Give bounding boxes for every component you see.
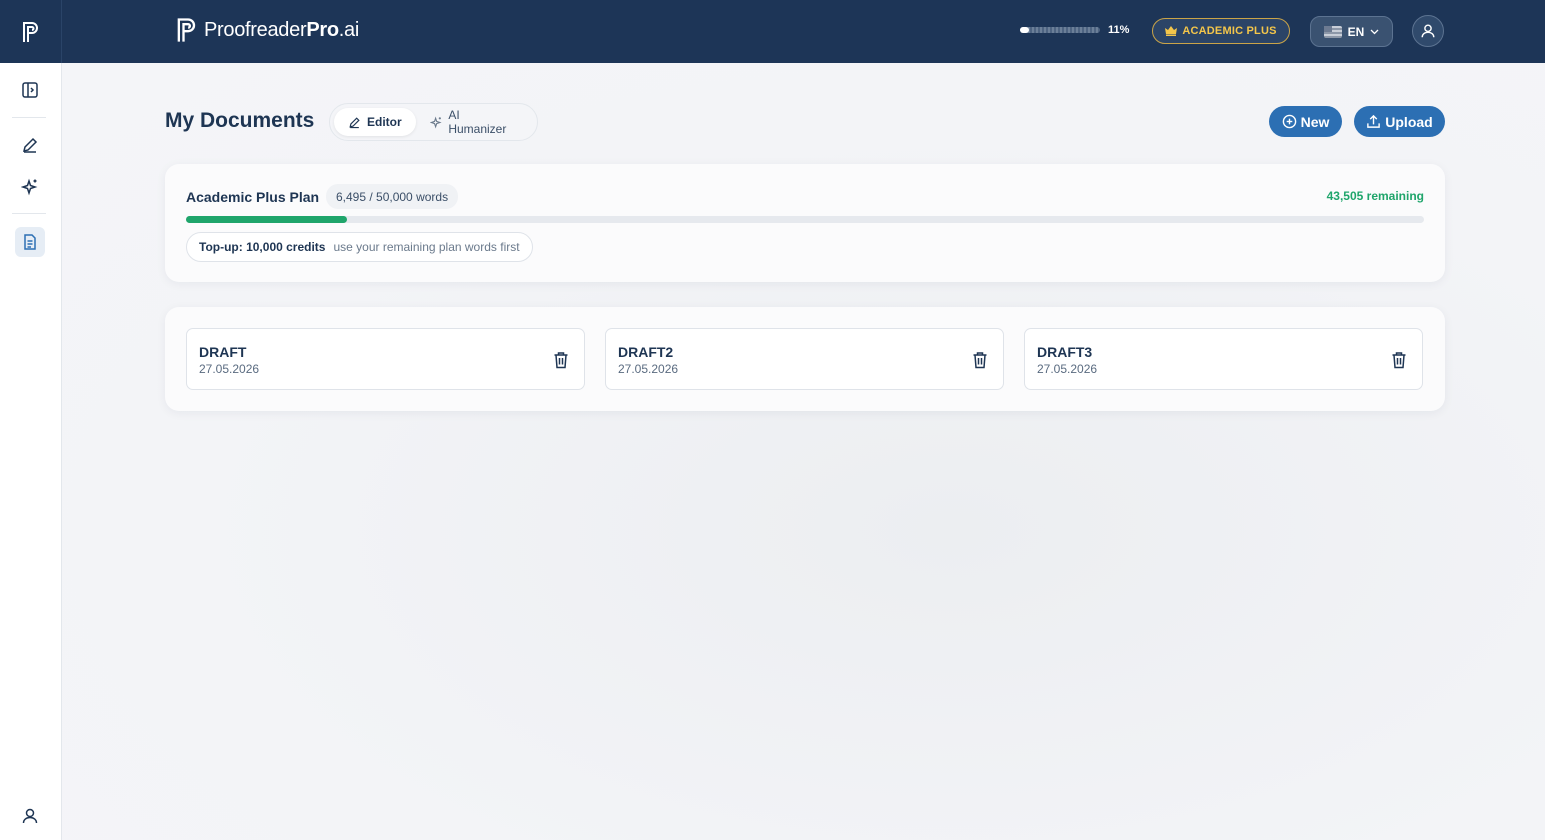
plan-badge-label: ACADEMIC PLUS bbox=[1182, 25, 1277, 37]
topup-label: Top-up: 10,000 credits bbox=[199, 240, 326, 254]
plan-badge[interactable]: ACADEMIC PLUS bbox=[1152, 18, 1290, 44]
delete-document-button[interactable] bbox=[969, 349, 991, 371]
documents-panel: DRAFT 27.05.2026 DRAFT2 27.05.2026 DRAFT… bbox=[165, 307, 1445, 411]
sidebar-divider bbox=[12, 117, 46, 118]
tab-editor[interactable]: Editor bbox=[334, 108, 416, 136]
sidebar-item-editor[interactable] bbox=[15, 130, 45, 160]
plus-circle-icon bbox=[1282, 114, 1296, 129]
trash-icon bbox=[554, 352, 568, 369]
plan-name: Academic Plus Plan bbox=[186, 189, 320, 205]
brand-name: ProofreaderPro.ai bbox=[204, 18, 360, 41]
plan-progress-bar bbox=[186, 216, 1424, 223]
trash-icon bbox=[973, 352, 987, 369]
tab-editor-label: Editor bbox=[367, 115, 402, 129]
document-card[interactable]: DRAFT 27.05.2026 bbox=[186, 328, 585, 390]
plan-usage-card: Academic Plus Plan 6,495 / 50,000 words … bbox=[165, 164, 1445, 282]
trash-icon bbox=[1392, 352, 1406, 369]
document-name: DRAFT bbox=[199, 344, 247, 360]
document-date: 27.05.2026 bbox=[1037, 362, 1098, 376]
sidebar bbox=[0, 0, 62, 840]
document-date: 27.05.2026 bbox=[199, 362, 260, 376]
document-name: DRAFT3 bbox=[1037, 344, 1093, 360]
plan-progress-fill bbox=[186, 216, 347, 223]
page-title: My Documents bbox=[165, 109, 315, 132]
new-document-button[interactable]: New bbox=[1269, 106, 1342, 137]
pencil-icon bbox=[349, 116, 360, 128]
sparkles-icon bbox=[21, 178, 38, 196]
tab-ai-humanizer-label: AI Humanizer bbox=[448, 108, 507, 136]
pencil-icon bbox=[22, 137, 38, 153]
chevron-down-icon bbox=[1370, 29, 1379, 34]
logo-icon bbox=[22, 21, 38, 42]
sidebar-divider bbox=[12, 213, 46, 214]
upload-button[interactable]: Upload bbox=[1354, 106, 1445, 137]
document-card[interactable]: DRAFT2 27.05.2026 bbox=[605, 328, 1004, 390]
upload-icon bbox=[1367, 114, 1381, 128]
usage-progress-bar bbox=[1020, 27, 1100, 33]
top-bar: ProofreaderPro.ai 11% ACADEMIC PLUS EN bbox=[62, 0, 1545, 63]
document-name: DRAFT2 bbox=[618, 344, 674, 360]
main-content: My Documents Editor AI Humanizer New Upl… bbox=[62, 63, 1545, 840]
delete-document-button[interactable] bbox=[550, 349, 572, 371]
brand-logo[interactable]: ProofreaderPro.ai bbox=[174, 16, 359, 44]
tab-ai-humanizer[interactable]: AI Humanizer bbox=[416, 108, 533, 136]
document-icon bbox=[24, 234, 36, 250]
usage-percent: 11% bbox=[1108, 24, 1130, 36]
language-label: EN bbox=[1347, 24, 1365, 39]
sparkles-icon bbox=[429, 116, 442, 128]
topup-info: Top-up: 10,000 credits use your remainin… bbox=[186, 232, 533, 262]
sidebar-item-ai-humanizer[interactable] bbox=[15, 172, 45, 202]
topup-note: use your remaining plan words first bbox=[333, 240, 520, 254]
plan-remaining: 43,505 remaining bbox=[1326, 189, 1424, 203]
document-card[interactable]: DRAFT3 27.05.2026 bbox=[1024, 328, 1423, 390]
user-icon bbox=[22, 808, 38, 824]
language-selector[interactable]: EN bbox=[1310, 16, 1393, 47]
flag-icon bbox=[1323, 25, 1342, 38]
plan-word-count: 6,495 / 50,000 words bbox=[326, 184, 459, 209]
sidebar-item-account[interactable] bbox=[15, 801, 45, 831]
new-button-label: New bbox=[1300, 113, 1330, 130]
upload-button-label: Upload bbox=[1385, 113, 1433, 130]
delete-document-button[interactable] bbox=[1388, 349, 1410, 371]
sidebar-item-documents[interactable] bbox=[15, 227, 45, 257]
document-date: 27.05.2026 bbox=[618, 362, 679, 376]
user-icon bbox=[1421, 24, 1435, 38]
usage-indicator: 11% bbox=[1020, 24, 1129, 36]
mode-switch: Editor AI Humanizer bbox=[329, 103, 538, 141]
panel-icon bbox=[22, 82, 38, 98]
user-menu-button[interactable] bbox=[1412, 15, 1444, 47]
crown-icon bbox=[1165, 26, 1178, 36]
usage-progress-fill bbox=[1020, 27, 1029, 33]
logo-icon bbox=[177, 18, 196, 42]
logo-mark[interactable] bbox=[0, 0, 62, 63]
sidebar-toggle-button[interactable] bbox=[15, 75, 45, 105]
